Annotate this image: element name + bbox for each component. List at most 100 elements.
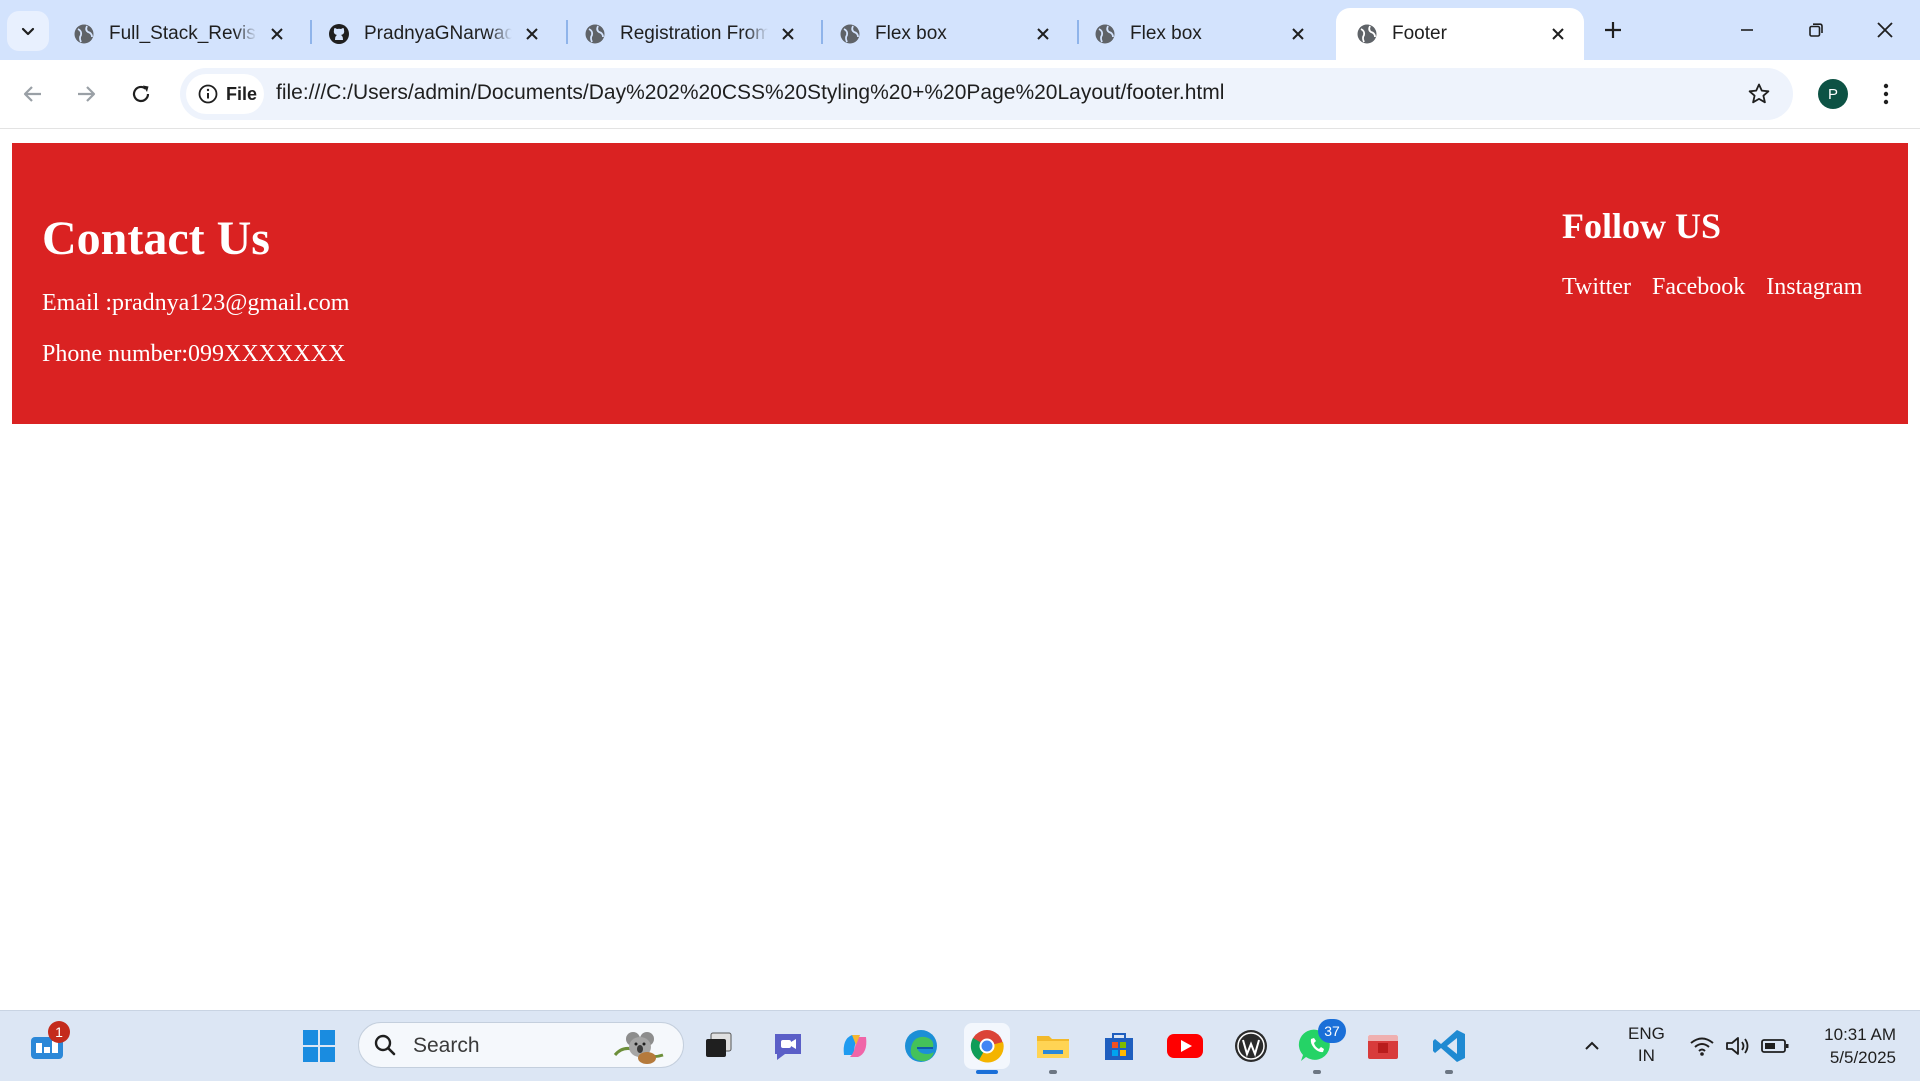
taskbar-search[interactable]: Search (358, 1022, 684, 1068)
tab-pradnyagnarwade[interactable]: PradnyaGNarwade (308, 8, 558, 60)
vscode-app[interactable] (1426, 1023, 1472, 1074)
close-icon[interactable] (1031, 22, 1055, 46)
close-icon (1877, 22, 1893, 38)
address-bar[interactable]: File file:///C:/Users/admin/Documents/Da… (180, 68, 1793, 120)
close-window-button[interactable] (1853, 8, 1917, 52)
copilot-app[interactable] (832, 1023, 878, 1069)
tray-app[interactable] (1360, 1023, 1406, 1069)
battery-icon (1761, 1039, 1789, 1053)
folder-icon (1037, 1036, 1069, 1058)
edge-app[interactable] (898, 1023, 944, 1069)
restore-icon (1809, 23, 1823, 37)
globe-icon (73, 23, 95, 45)
facebook-link[interactable]: Facebook (1652, 274, 1745, 301)
tab-flex-box-2[interactable]: Flex box (1074, 8, 1324, 60)
language-region: IN (1637, 1046, 1655, 1065)
globe-icon (584, 23, 606, 45)
task-view-button[interactable] (696, 1023, 742, 1069)
file-explorer-app[interactable] (1030, 1023, 1076, 1074)
task-view-icon (706, 1032, 732, 1057)
close-icon[interactable] (1286, 22, 1310, 46)
close-icon[interactable] (265, 22, 289, 46)
whatsapp-badge: 37 (1318, 1019, 1346, 1043)
language-indicator[interactable]: ENG IN (1628, 1023, 1665, 1067)
star-icon (1748, 83, 1770, 104)
youtube-app[interactable] (1162, 1023, 1208, 1069)
close-icon[interactable] (776, 22, 800, 46)
video-chat-icon (775, 1034, 801, 1060)
url-text[interactable]: file:///C:/Users/admin/Documents/Day%202… (276, 81, 1224, 105)
tab-search-button[interactable] (7, 11, 49, 51)
tab-registration-from[interactable]: Registration From (564, 8, 814, 60)
running-app-indicator (1313, 1070, 1321, 1074)
close-icon[interactable] (520, 22, 544, 46)
instagram-link[interactable]: Instagram (1766, 274, 1862, 301)
show-hidden-icons-button[interactable] (1568, 1023, 1616, 1069)
tab-flex-box-1[interactable]: Flex box (819, 8, 1069, 60)
whatsapp-app[interactable]: 37 (1294, 1019, 1346, 1074)
copilot-icon (843, 1035, 867, 1057)
minimize-button[interactable] (1715, 8, 1779, 52)
browser-toolbar: File file:///C:/Users/admin/Documents/Da… (0, 60, 1920, 129)
wifi-icon (1690, 1037, 1714, 1056)
globe-icon (839, 23, 861, 45)
site-info-chip[interactable]: File (186, 74, 264, 114)
tab-title: PradnyaGNarwade (364, 23, 512, 44)
search-placeholder: Search (413, 1034, 480, 1057)
tab-title: Flex box (1130, 23, 1202, 44)
chrome-icon (970, 1030, 1004, 1063)
reload-button[interactable] (121, 74, 161, 114)
tab-full-stack-revision[interactable]: Full_Stack_Revision (53, 8, 303, 60)
globe-icon (1356, 23, 1378, 45)
contact-phone: Phone number:099XXXXXXX (42, 341, 346, 367)
back-button[interactable] (13, 74, 53, 114)
koala-search-highlight-icon (613, 1032, 664, 1064)
tab-footer[interactable]: Footer (1336, 8, 1584, 60)
running-app-indicator (1049, 1070, 1057, 1074)
meet-app[interactable] (765, 1023, 811, 1069)
taskbar: 1 Search 37 ENG IN 10:31 AM 5/5/2025 (0, 1010, 1920, 1081)
contact-email: Email :pradnya123@gmail.com (42, 290, 350, 316)
windows-icon (303, 1030, 335, 1062)
page-viewport: Contact Us Email :pradnya123@gmail.com P… (0, 129, 1920, 1009)
arrow-right-icon (78, 86, 96, 102)
youtube-icon (1167, 1034, 1203, 1058)
globe-icon (1094, 23, 1116, 45)
chrome-app[interactable] (964, 1023, 1010, 1074)
restore-button[interactable] (1784, 8, 1848, 52)
wordpress-app[interactable] (1228, 1023, 1274, 1069)
store-icon (1105, 1033, 1133, 1060)
info-icon (198, 84, 218, 104)
tab-strip: Full_Stack_Revision PradnyaGNarwade Regi… (0, 0, 1920, 60)
clock-date: 5/5/2025 (1829, 1048, 1896, 1067)
new-tab-button[interactable] (1597, 14, 1629, 46)
close-icon[interactable] (1546, 22, 1570, 46)
start-button[interactable] (296, 1023, 342, 1069)
bookmark-button[interactable] (1743, 78, 1775, 110)
clock-time: 10:31 AM (1824, 1025, 1896, 1044)
quick-settings-button[interactable] (1684, 1023, 1794, 1069)
site-chip-label: File (226, 83, 258, 104)
chevron-down-icon (21, 27, 35, 36)
contact-heading: Contact Us (42, 212, 270, 265)
reload-icon (132, 85, 150, 103)
language-code: ENG (1628, 1024, 1665, 1043)
twitter-link[interactable]: Twitter (1562, 274, 1631, 301)
microsoft-store-app[interactable] (1096, 1023, 1142, 1069)
browser-menu-button[interactable] (1870, 74, 1902, 114)
search-icon (373, 1033, 397, 1062)
more-vertical-icon (1883, 83, 1889, 105)
widgets-badge: 1 (48, 1021, 70, 1043)
profile-avatar[interactable]: P (1818, 79, 1848, 109)
system-clock[interactable]: 10:31 AM 5/5/2025 (1810, 1023, 1896, 1069)
github-icon (328, 23, 350, 45)
footer: Contact Us Email :pradnya123@gmail.com P… (12, 143, 1908, 424)
widgets-button[interactable]: 1 (24, 1021, 70, 1069)
minimize-icon (1741, 29, 1753, 31)
plus-icon (1605, 22, 1621, 38)
edge-icon (905, 1030, 937, 1062)
forward-button[interactable] (66, 74, 106, 114)
vscode-icon (1433, 1030, 1465, 1062)
tab-title: Footer (1392, 23, 1447, 44)
chevron-up-icon (1585, 1041, 1599, 1050)
